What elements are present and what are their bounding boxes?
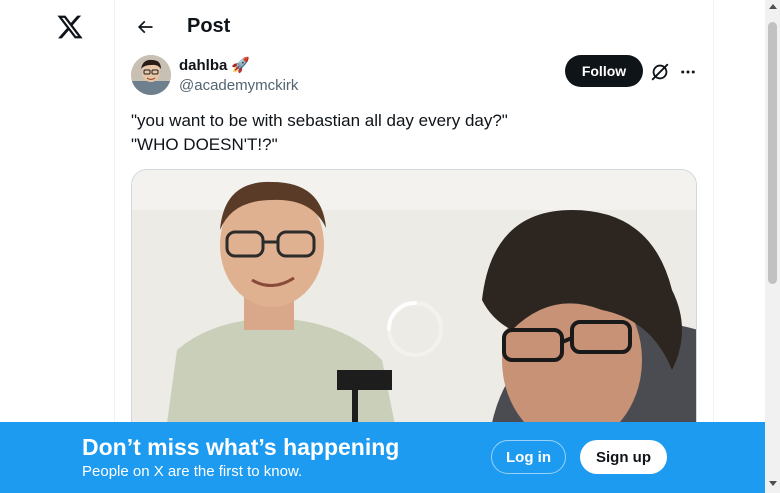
tweet-text: "you want to be with sebastian all day e… [131, 109, 697, 157]
avatar-image [131, 55, 171, 95]
post-column: Post dahlba 🚀 @academymckirk Follow "you… [114, 0, 714, 493]
author-handle[interactable]: @academymckirk [179, 77, 298, 94]
avatar[interactable] [131, 55, 171, 95]
arrow-left-icon [137, 20, 153, 34]
author-row: dahlba 🚀 @academymckirk Follow [131, 55, 697, 95]
scroll-up-arrow-icon[interactable] [769, 4, 777, 9]
signup-banner: Don’t miss what’s happening People on X … [0, 422, 765, 493]
back-button[interactable] [129, 11, 161, 43]
banner-subtext: People on X are the first to know. [82, 463, 303, 480]
post-header: Post [115, 0, 713, 53]
scroll-thumb[interactable] [768, 22, 777, 284]
x-logo-icon[interactable] [56, 13, 84, 41]
banner-headline: Don’t miss what’s happening [82, 434, 400, 460]
author-name-text: dahlba [179, 56, 228, 74]
left-nav [0, 0, 114, 493]
scroll-down-arrow-icon[interactable] [769, 481, 777, 486]
more-horizontal-icon [681, 70, 695, 74]
tweet-line: "WHO DOESN'T!?" [131, 135, 278, 154]
author-display-name[interactable]: dahlba 🚀 [179, 56, 251, 75]
spinner-icon [387, 301, 443, 357]
page-scrollbar[interactable] [765, 0, 780, 493]
tweet-line: "you want to be with sebastian all day e… [131, 111, 508, 130]
rocket-emoji-icon: 🚀 [231, 57, 251, 74]
signup-button[interactable]: Sign up [580, 440, 667, 474]
more-button[interactable] [677, 61, 699, 83]
video-player[interactable] [131, 169, 697, 459]
follow-button[interactable]: Follow [565, 55, 643, 87]
grok-button[interactable] [649, 61, 671, 83]
login-button[interactable]: Log in [491, 440, 566, 474]
page-title: Post [187, 15, 231, 37]
grok-icon [651, 63, 669, 81]
